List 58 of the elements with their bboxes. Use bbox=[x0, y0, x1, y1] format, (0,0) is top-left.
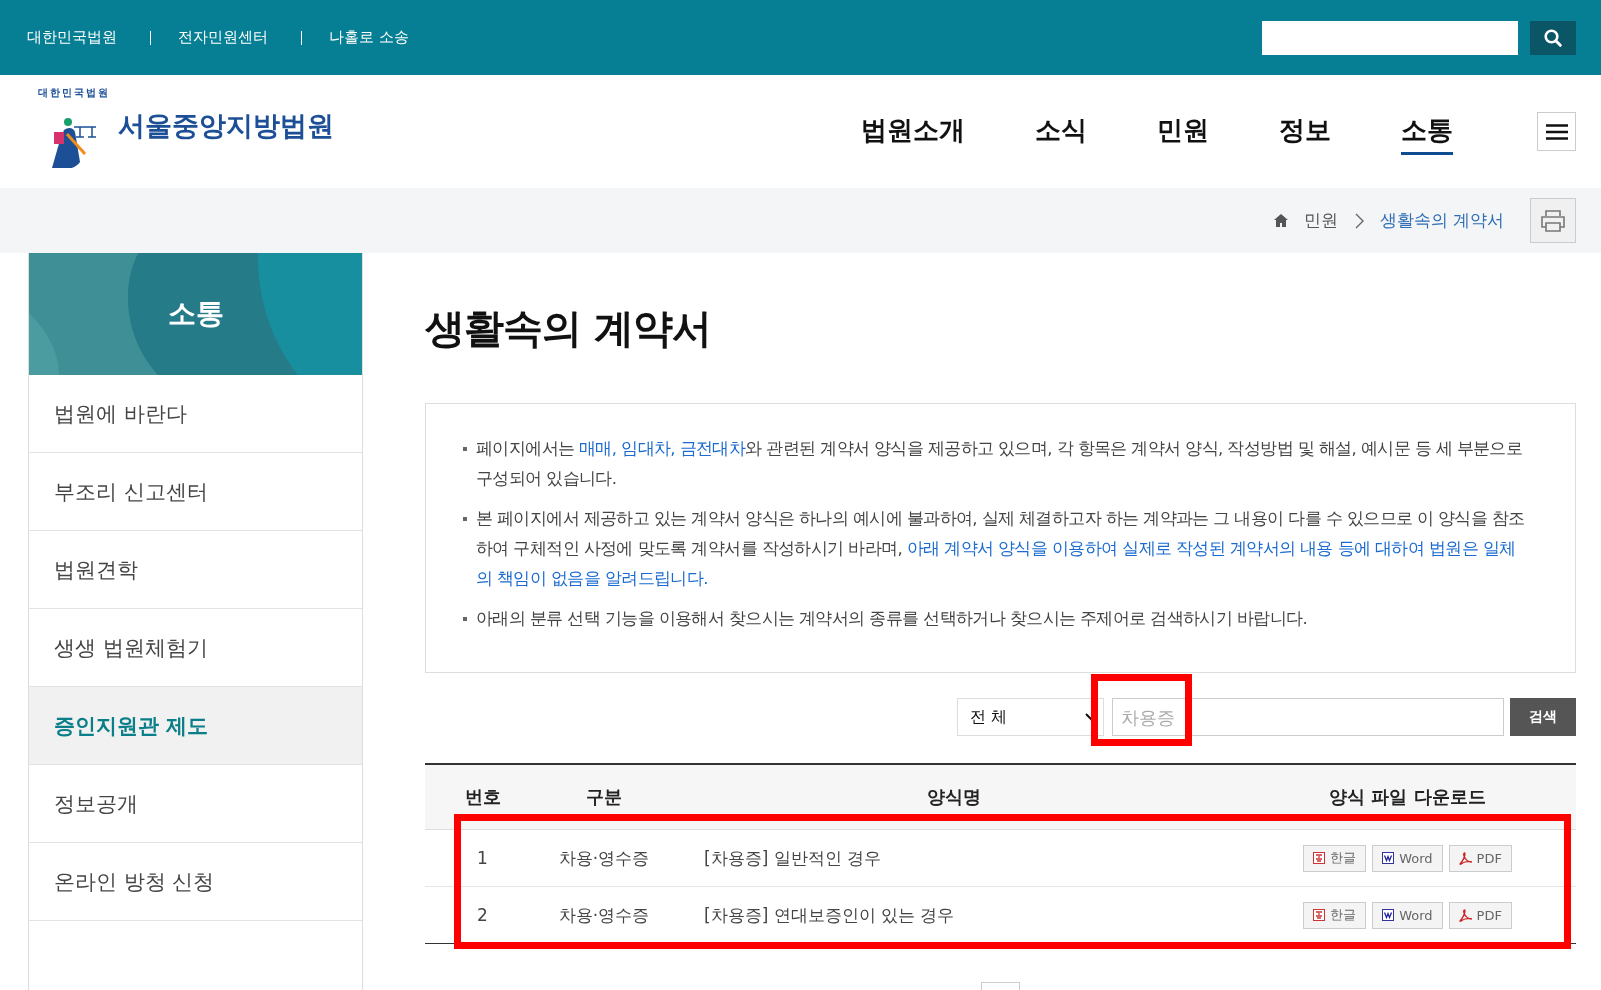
nav-tab[interactable]: 소식 bbox=[1035, 108, 1087, 155]
pdf-file-icon bbox=[1458, 908, 1472, 922]
chevron-icon bbox=[1353, 212, 1364, 229]
search-field[interactable]: 차용증 bbox=[1112, 698, 1504, 736]
home-icon bbox=[1273, 214, 1288, 227]
top-link[interactable]: 대한민국법원 bbox=[27, 28, 117, 47]
page-title: 생활속의 계약서 bbox=[425, 303, 712, 353]
search-icon bbox=[1543, 27, 1563, 48]
sidebar-item[interactable]: 정보공개 bbox=[29, 765, 362, 843]
column-header: 양식명 bbox=[926, 785, 982, 809]
hangul-file-icon bbox=[1313, 909, 1326, 921]
notice-text: 본 페이지에서 제공하고 있는 계약서 양식은 하나의 예시에 불과하여, 실제 체결하고자 하는 계약과는 그 내용이 다를 수 있으므로 이 양식을 참조하여 구체적인 사정에 맞도록 계약서를 작성하시기 바라며, 아래 계약서 양식을 이용하여 실제로 작성된 계약서의 내용 등에 대하여 법원은 일체의 책임이 없음을 알려드립니다. bbox=[462, 504, 1525, 594]
download-button[interactable]: 한글 bbox=[1303, 844, 1367, 872]
sidebar-item[interactable]: 온라인 방청 신청 bbox=[29, 843, 362, 921]
breadcrumb-link[interactable]: 민원 bbox=[1303, 209, 1338, 232]
printer-icon bbox=[1540, 209, 1566, 232]
nav-tab[interactable]: 법원소개 bbox=[861, 108, 965, 155]
search-button[interactable] bbox=[1530, 20, 1576, 55]
category-dropdown[interactable]: 전 체 bbox=[957, 698, 1104, 736]
word-file-icon bbox=[1382, 852, 1395, 864]
top-link[interactable]: 나홀로 소송 bbox=[329, 28, 409, 47]
sidebar-title: 소통 bbox=[167, 296, 224, 332]
menu-icon bbox=[1545, 123, 1568, 140]
notice-text: 아래의 분류 선택 기능을 이용해서 찾으시는 계약서의 종류를 선택하거나 찾으시는 주제어로 검색하시기 바랍니다. bbox=[462, 604, 1525, 634]
notice-text: 페이지에서는 매매, 임대차, 금전대차와 관련된 계약서 양식을 제공하고 있으며, 각 항목은 계약서 양식, 작성방법 및 해설, 예시문 등 세 부분으로 구성되어 있습니다. bbox=[462, 434, 1525, 494]
download-button[interactable]: Word bbox=[1372, 844, 1443, 872]
pdf-file-icon bbox=[1458, 851, 1472, 865]
menu-button[interactable] bbox=[1537, 112, 1576, 151]
print-button[interactable] bbox=[1530, 198, 1576, 243]
column-header: 구분 bbox=[585, 785, 623, 809]
top-link[interactable]: 전자민원센터 bbox=[178, 28, 268, 47]
column-header: 번호 bbox=[463, 785, 502, 809]
site-logo-text[interactable]: 서울중앙지방법원 bbox=[118, 107, 334, 144]
table-cell-text: 1 bbox=[476, 848, 489, 868]
nav-tab[interactable]: 민원 bbox=[1157, 108, 1209, 155]
emblem-text: 대한민국법원 bbox=[38, 86, 110, 98]
word-file-icon bbox=[1382, 909, 1395, 921]
hangul-file-icon bbox=[1313, 852, 1326, 864]
nav-tab[interactable]: 정보 bbox=[1279, 108, 1331, 155]
download-button[interactable]: PDF bbox=[1448, 901, 1512, 929]
emblem-icon bbox=[52, 117, 97, 168]
sidebar-item[interactable]: 법원에 바란다 bbox=[29, 375, 362, 453]
nav-tab[interactable]: 소통 bbox=[1401, 108, 1453, 155]
search-button[interactable]: 검색 bbox=[1510, 698, 1576, 736]
download-button[interactable]: PDF bbox=[1448, 844, 1512, 872]
search-field[interactable] bbox=[1262, 20, 1518, 55]
table-cell-text: [차용증] 연대보증인이 있는 경우 bbox=[703, 903, 956, 927]
breadcrumb-link[interactable]: 생활속의 계약서 bbox=[1379, 209, 1504, 232]
table-cell-text: 차용·영수증 bbox=[557, 846, 651, 870]
table-cell-text: 차용·영수증 bbox=[557, 903, 651, 927]
download-button[interactable]: Word bbox=[1372, 901, 1443, 929]
column-header: 양식 파일 다운로드 bbox=[1328, 785, 1487, 809]
sidebar-item[interactable]: 부조리 신고센터 bbox=[29, 453, 362, 531]
table-cell-text: [차용증] 일반적인 경우 bbox=[703, 846, 883, 870]
sidebar-item[interactable]: 증인지원관 제도 bbox=[29, 687, 362, 765]
sidebar-item[interactable]: 법원견학 bbox=[29, 531, 362, 609]
download-button[interactable]: 한글 bbox=[1303, 901, 1367, 929]
table-cell-text: 2 bbox=[476, 905, 489, 925]
